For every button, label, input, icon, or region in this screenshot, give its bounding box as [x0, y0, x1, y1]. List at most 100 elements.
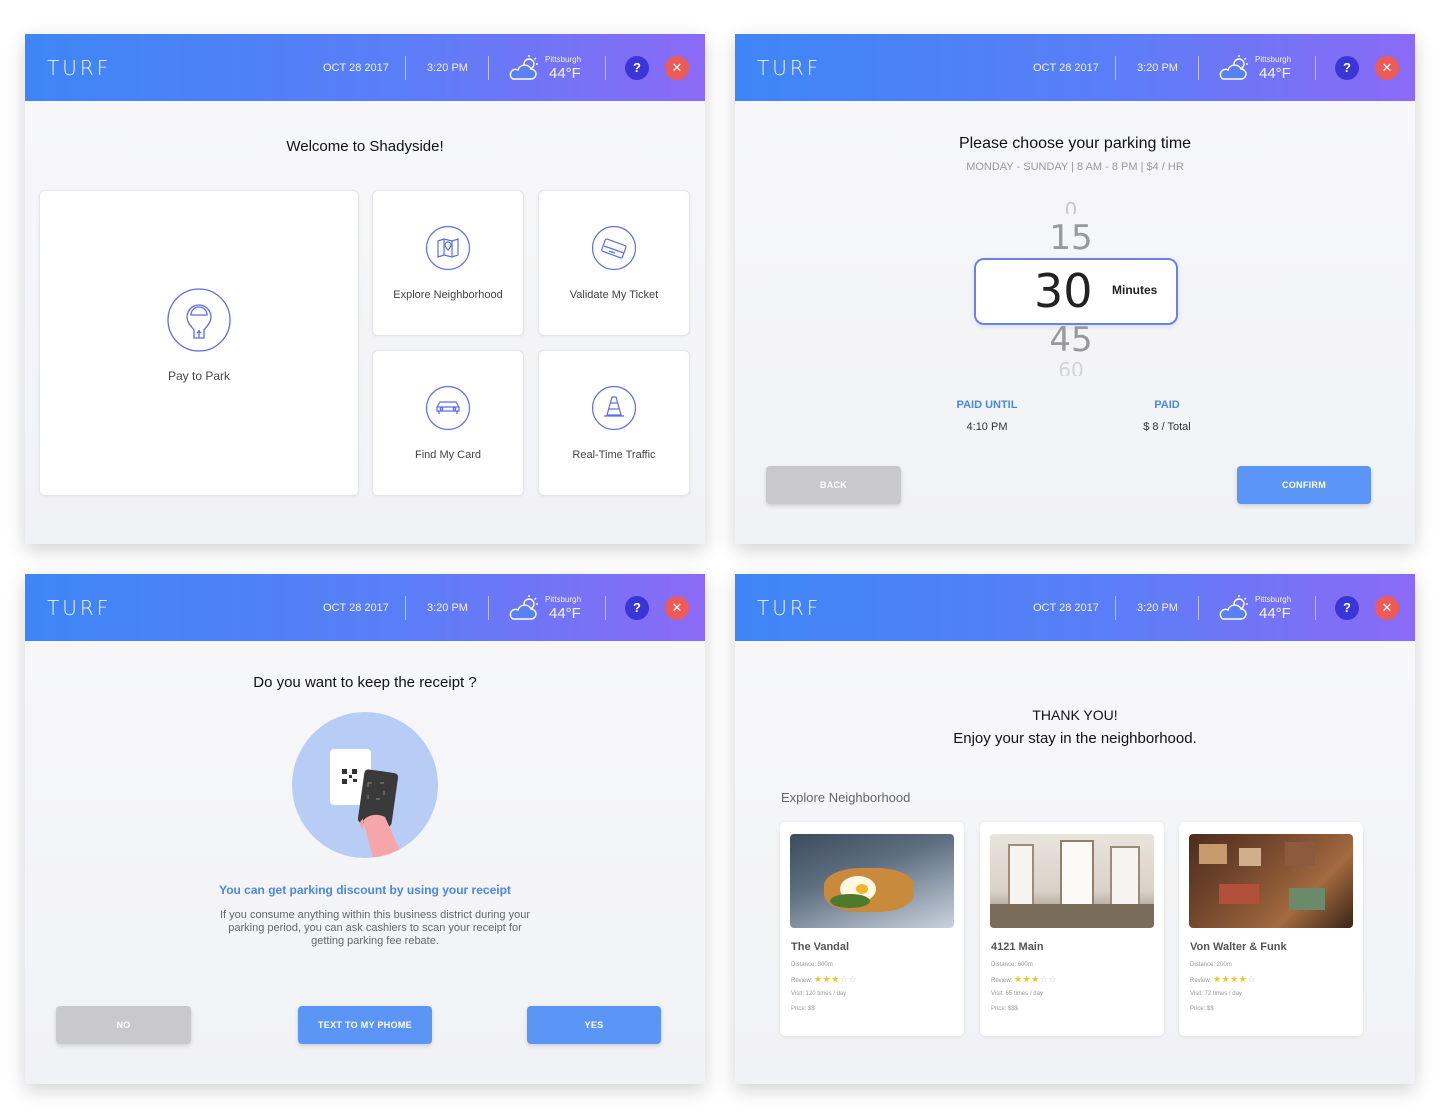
discount-description: If you consume anything within this busi… — [220, 909, 530, 947]
picker-value[interactable]: 0 — [735, 198, 1407, 214]
weather-temp: 44°F — [549, 605, 581, 622]
paid-label: PAID — [1154, 399, 1180, 411]
picker-value[interactable]: 45 — [735, 320, 1407, 360]
receipt-screen: TURF OCT 28 2017 3:20 PM Pittsburgh 44°F… — [25, 574, 705, 1084]
help-button[interactable]: ? — [1335, 56, 1359, 80]
place-card[interactable]: 4121 Main Distance: 600m Review: ★★★☆☆ V… — [980, 822, 1164, 1036]
tile-explore-neighborhood[interactable]: Explore Neighborhood — [372, 190, 524, 336]
help-button[interactable]: ? — [625, 56, 649, 80]
picker-selected-value: 30 — [1034, 264, 1093, 318]
place-visits: Visit: 65 times / day — [991, 991, 1043, 997]
place-distance: Distance: 800m — [791, 962, 833, 968]
place-card[interactable]: The Vandal Distance: 800m Review: ★★★☆☆ … — [780, 822, 964, 1036]
star-icon: ★ — [1014, 974, 1023, 984]
review-label: Review: — [791, 978, 813, 984]
review-label: Review: — [991, 978, 1013, 984]
back-button[interactable]: BACK — [766, 466, 901, 504]
no-button[interactable]: NO — [56, 1006, 191, 1044]
star-rating: ★★★★☆ — [1213, 974, 1256, 984]
thank-you-title: THANK YOU! — [1032, 707, 1118, 723]
header-date: OCT 28 2017 — [1033, 602, 1099, 614]
section-title: Explore Neighborhood — [781, 790, 911, 805]
star-icon: ★ — [1230, 974, 1239, 984]
place-review: Review: ★★★☆☆ — [991, 974, 1057, 985]
place-visits: Visit: 120 times / day — [791, 991, 847, 997]
app-header: TURF OCT 28 2017 3:20 PM Pittsburgh 44°F… — [25, 34, 705, 101]
divider — [1198, 596, 1199, 620]
welcome-screen: TURF OCT 28 2017 3:20 PM Pittsburgh 44°F… — [25, 34, 705, 544]
divider — [1315, 56, 1316, 80]
weather-temp: 44°F — [549, 65, 581, 82]
confirm-button[interactable]: CONFIRM — [1237, 466, 1371, 504]
header-time: 3:20 PM — [427, 602, 468, 614]
logo: TURF — [757, 596, 822, 620]
place-card[interactable]: Von Walter & Funk Distance: 200m Review:… — [1179, 822, 1363, 1036]
header-date: OCT 28 2017 — [323, 62, 389, 74]
text-to-phone-button[interactable]: TEXT TO MY PHOME — [298, 1006, 432, 1044]
paid-until-label: PAID UNTIL — [956, 399, 1018, 411]
divider — [605, 56, 606, 80]
weather-city: Pittsburgh — [545, 55, 582, 64]
tile-label: Pay to Park — [167, 369, 231, 383]
close-button[interactable]: ✕ — [1375, 596, 1399, 620]
place-visits: Visit: 72 times / day — [1190, 991, 1242, 997]
place-name: The Vandal — [791, 941, 850, 953]
rate-info: MONDAY - SUNDAY | 8 AM - 8 PM | $4 / HR — [966, 161, 1184, 173]
close-button[interactable]: ✕ — [665, 596, 689, 620]
picker-selection: 30 Minutes — [974, 258, 1178, 325]
place-price: Price: $$ — [1190, 1006, 1214, 1012]
header-time: 3:20 PM — [1137, 62, 1178, 74]
tile-real-time-traffic[interactable]: Real-Time Traffic — [538, 350, 690, 496]
star-icon: ★ — [1213, 974, 1222, 984]
close-button[interactable]: ✕ — [665, 56, 689, 80]
tile-label: Find My Card — [414, 449, 482, 461]
tile-find-my-card[interactable]: Find My Card — [372, 350, 524, 496]
place-name: 4121 Main — [991, 941, 1044, 953]
star-rating: ★★★☆☆ — [814, 974, 857, 984]
tile-validate-ticket[interactable]: Validate My Ticket — [538, 190, 690, 336]
divider — [405, 596, 406, 620]
app-header: TURF OCT 28 2017 3:20 PM Pittsburgh 44°F… — [735, 574, 1415, 641]
place-price: Price: $$$ — [991, 1006, 1019, 1012]
close-button[interactable]: ✕ — [1375, 56, 1399, 80]
page-title: Do you want to keep the receipt ? — [253, 674, 477, 691]
star-icon: ★ — [831, 974, 840, 984]
star-rating: ★★★☆☆ — [1014, 974, 1057, 984]
place-review: Review: ★★★★☆ — [1190, 974, 1256, 985]
help-button[interactable]: ? — [625, 596, 649, 620]
star-icon: ★ — [814, 974, 823, 984]
thank-you-subtitle: Enjoy your stay in the neighborhood. — [953, 730, 1197, 747]
divider — [1315, 596, 1316, 620]
header-date: OCT 28 2017 — [1033, 62, 1099, 74]
parking-time-screen: TURF OCT 28 2017 3:20 PM Pittsburgh 44°F… — [735, 34, 1415, 544]
picker-unit: Minutes — [1112, 283, 1158, 297]
place-price: Price: $$ — [791, 1006, 815, 1012]
weather-city: Pittsburgh — [1255, 595, 1292, 604]
paid-until-value: 4:10 PM — [966, 421, 1008, 433]
tile-label: Real-Time Traffic — [572, 449, 656, 461]
divider — [488, 596, 489, 620]
yes-button[interactable]: YES — [527, 1006, 661, 1044]
star-icon: ★ — [1031, 974, 1040, 984]
partly-cloudy-icon — [509, 595, 538, 620]
star-icon: ★ — [822, 974, 832, 984]
weather-city: Pittsburgh — [545, 595, 582, 604]
divider — [605, 596, 606, 620]
tile-pay-to-park[interactable]: Pay to Park — [39, 190, 359, 496]
weather-city: Pittsburgh — [1255, 55, 1292, 64]
header-time: 3:20 PM — [1137, 602, 1178, 614]
partly-cloudy-icon — [1219, 595, 1248, 620]
help-button[interactable]: ? — [1335, 596, 1359, 620]
star-icon: ☆ — [848, 974, 857, 984]
tile-label: Explore Neighborhood — [393, 289, 503, 301]
partly-cloudy-icon — [509, 55, 538, 80]
star-icon: ☆ — [1247, 974, 1256, 984]
header-time: 3:20 PM — [427, 62, 468, 74]
divider — [1115, 56, 1116, 80]
app-header: TURF OCT 28 2017 3:20 PM Pittsburgh 44°F… — [735, 34, 1415, 101]
app-header: TURF OCT 28 2017 3:20 PM Pittsburgh 44°F… — [25, 574, 705, 641]
picker-value[interactable]: 60 — [735, 358, 1407, 376]
logo: TURF — [47, 56, 112, 80]
picker-value[interactable]: 15 — [735, 218, 1407, 258]
divider — [1115, 596, 1116, 620]
